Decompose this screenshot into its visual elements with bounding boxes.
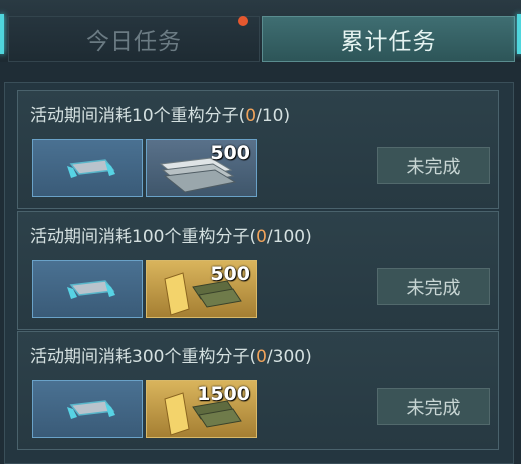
task-title-text: 活动期间消耗300个重构分子( [30,347,257,367]
task-target: /300) [266,347,312,367]
reward-slot[interactable]: 500 [146,139,257,197]
molecule-icon [67,159,115,178]
tab-bar-left-edge [0,14,4,54]
task-title-text: 活动期间消耗100个重构分子( [30,227,257,247]
status-label: 未完成 [406,397,461,419]
task-title-text: 活动期间消耗10个重构分子( [30,106,246,126]
tab-bar: 今日任务 累计任务 [0,0,521,62]
task-item: 活动期间消耗10个重构分子(0/10) 500 未完成 [17,90,499,209]
notification-dot [238,16,248,26]
task-title: 活动期间消耗10个重构分子(0/10) [30,101,290,126]
reward-slot[interactable]: 500 [146,260,257,318]
status-button[interactable]: 未完成 [377,388,490,425]
reward-qty: 500 [210,142,250,164]
tab-cumulative[interactable]: 累计任务 [262,16,515,62]
status-label: 未完成 [406,277,461,299]
task-list-panel: 活动期间消耗10个重构分子(0/10) 500 未完成 活动期间消耗100个重构… [4,82,514,464]
task-item: 活动期间消耗100个重构分子(0/100) 500 未完成 [17,211,499,330]
status-button[interactable]: 未完成 [377,147,490,184]
tab-daily-label: 今日任务 [86,29,182,55]
reward-slot[interactable]: 1500 [146,380,257,438]
task-target: /10) [256,106,291,126]
tab-bar-right-edge [517,14,521,54]
molecule-item-slot[interactable] [32,139,143,197]
molecule-icon [67,400,115,419]
tab-cumulative-label: 累计任务 [340,29,437,55]
molecule-item-slot[interactable] [32,380,143,438]
task-progress: 0 [256,227,267,247]
reward-qty: 1500 [197,383,250,405]
task-target: /100) [266,227,312,247]
task-progress: 0 [245,106,257,126]
tab-daily[interactable]: 今日任务 [8,16,260,62]
status-button[interactable]: 未完成 [377,268,490,305]
molecule-icon [67,280,115,299]
reward-qty: 500 [210,263,250,285]
status-label: 未完成 [406,156,461,178]
task-progress: 0 [256,347,267,367]
molecule-item-slot[interactable] [32,260,143,318]
task-title: 活动期间消耗300个重构分子(0/300) [30,342,312,367]
task-title: 活动期间消耗100个重构分子(0/100) [30,222,312,247]
task-item: 活动期间消耗300个重构分子(0/300) 1500 未完成 [17,331,499,450]
